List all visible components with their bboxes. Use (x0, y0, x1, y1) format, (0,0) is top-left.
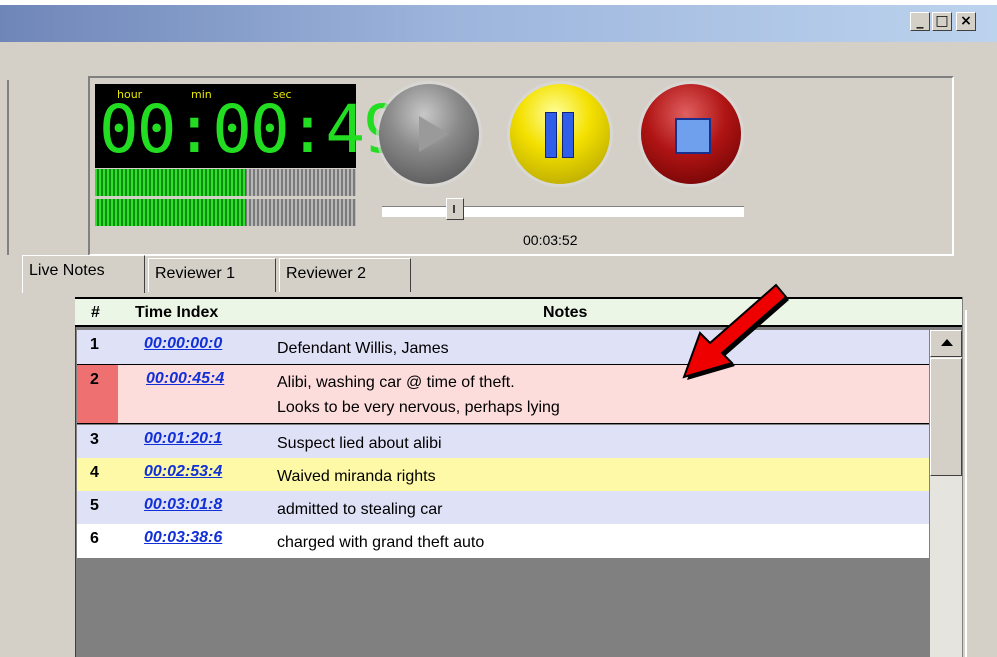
time-index-link[interactable]: 00:03:01:8 (144, 496, 222, 514)
close-button[interactable]: × (956, 12, 976, 31)
time-index-link[interactable]: 00:00:00:0 (144, 335, 222, 353)
audio-level-meter-left (95, 169, 356, 196)
row-number: 3 (90, 431, 99, 448)
row-number: 4 (90, 464, 99, 481)
note-text: Defendant Willis, James (277, 340, 449, 357)
audio-level-meter-right (95, 199, 356, 226)
minimize-button[interactable]: _ (910, 12, 930, 31)
table-row[interactable]: 5 00:03:01:8 admitted to stealing car (77, 491, 929, 524)
playback-position-time: 00:03:52 (523, 232, 578, 248)
note-text: Alibi, washing car @ time of theft. Look… (277, 370, 560, 420)
tab-reviewer-1[interactable]: Reviewer 1 (148, 258, 276, 292)
scrollbar-thumb[interactable] (930, 358, 962, 476)
column-header-number[interactable]: # (91, 304, 100, 322)
play-icon (419, 116, 449, 152)
tab-reviewer-2[interactable]: Reviewer 2 (279, 258, 411, 292)
table-row[interactable]: 4 00:02:53:4 Waived miranda rights (77, 458, 929, 491)
elapsed-time-display: hour min sec 00:00:49.4 (95, 84, 478, 168)
table-row[interactable]: 3 00:01:20:1 Suspect lied about alibi (77, 425, 929, 458)
note-line: Looks to be very nervous, perhaps lying (277, 399, 560, 416)
row-number: 1 (90, 336, 99, 353)
column-header-notes[interactable]: Notes (543, 304, 587, 322)
stop-button[interactable] (641, 84, 741, 184)
note-text: charged with grand theft auto (277, 534, 485, 551)
left-panel-edge (7, 80, 9, 255)
audio-level-fill-right (95, 199, 247, 226)
stop-icon (675, 118, 711, 154)
note-text: Waived miranda rights (277, 468, 436, 485)
note-line: Alibi, washing car @ time of theft. (277, 374, 515, 391)
table-row[interactable]: 2 00:00:45:4 Alibi, washing car @ time o… (77, 364, 929, 424)
table-row[interactable]: 1 00:00:00:0 Defendant Willis, James (77, 330, 929, 364)
tab-live-notes[interactable]: Live Notes (22, 255, 145, 293)
annotation-arrow-icon (682, 283, 789, 380)
scroll-up-button[interactable] (930, 330, 962, 357)
time-index-link[interactable]: 00:01:20:1 (144, 430, 222, 448)
playback-position-slider[interactable] (382, 206, 744, 217)
row-number: 5 (90, 497, 99, 514)
audio-level-fill-left (95, 169, 247, 196)
panel-right-edge (965, 310, 967, 657)
note-text: Suspect lied about alibi (277, 435, 442, 452)
notes-grid-header: # Time Index Notes (75, 297, 962, 327)
time-index-link[interactable]: 00:03:38:6 (144, 529, 222, 547)
note-text: admitted to stealing car (277, 501, 443, 518)
time-index-link[interactable]: 00:00:45:4 (146, 370, 224, 388)
time-index-link[interactable]: 00:02:53:4 (144, 463, 222, 481)
row-number: 2 (90, 371, 99, 388)
slider-thumb[interactable] (446, 198, 465, 220)
maximize-button[interactable]: □ (932, 12, 952, 31)
table-row[interactable]: 6 00:03:38:6 charged with grand theft au… (77, 524, 929, 558)
play-button[interactable] (379, 84, 479, 184)
column-header-time-index[interactable]: Time Index (135, 304, 218, 322)
pause-icon (545, 112, 575, 158)
title-bar-top-edge (0, 0, 997, 5)
title-bar: _ □ × (0, 0, 997, 42)
pause-button[interactable] (510, 84, 610, 184)
row-number: 6 (90, 530, 99, 547)
